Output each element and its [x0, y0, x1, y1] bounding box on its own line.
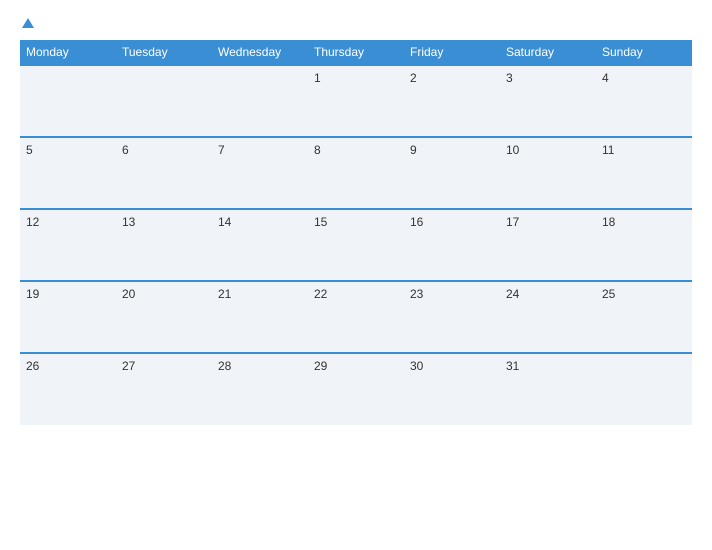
- calendar-cell: [20, 65, 116, 137]
- calendar-cell: 17: [500, 209, 596, 281]
- day-number: 24: [506, 287, 519, 301]
- calendar-cell: 6: [116, 137, 212, 209]
- weekday-header-row: MondayTuesdayWednesdayThursdayFridaySatu…: [20, 40, 692, 65]
- calendar-cell: 16: [404, 209, 500, 281]
- day-number: 17: [506, 215, 519, 229]
- calendar-cell: 8: [308, 137, 404, 209]
- calendar-cell: 30: [404, 353, 500, 425]
- calendar-cell: 24: [500, 281, 596, 353]
- weekday-header-friday: Friday: [404, 40, 500, 65]
- day-number: 26: [26, 359, 39, 373]
- calendar-cell: 29: [308, 353, 404, 425]
- calendar-cell: 3: [500, 65, 596, 137]
- day-number: 27: [122, 359, 135, 373]
- day-number: 9: [410, 143, 417, 157]
- day-number: 31: [506, 359, 519, 373]
- weekday-header-sunday: Sunday: [596, 40, 692, 65]
- calendar-table: MondayTuesdayWednesdayThursdayFridaySatu…: [20, 40, 692, 425]
- logo: [20, 18, 34, 30]
- day-number: 2: [410, 71, 417, 85]
- calendar-week-row: 12 13 14 15 16 17 18: [20, 209, 692, 281]
- calendar-cell: [212, 65, 308, 137]
- calendar-cell: 31: [500, 353, 596, 425]
- day-number: 16: [410, 215, 423, 229]
- day-number: 28: [218, 359, 231, 373]
- calendar-cell: 25: [596, 281, 692, 353]
- calendar-cell: 15: [308, 209, 404, 281]
- calendar-page: MondayTuesdayWednesdayThursdayFridaySatu…: [0, 0, 712, 550]
- day-number: 5: [26, 143, 33, 157]
- day-number: 30: [410, 359, 423, 373]
- calendar-cell: 9: [404, 137, 500, 209]
- calendar-cell: 4: [596, 65, 692, 137]
- calendar-cell: 2: [404, 65, 500, 137]
- day-number: 10: [506, 143, 519, 157]
- day-number: 11: [602, 143, 614, 157]
- calendar-cell: 19: [20, 281, 116, 353]
- logo-triangle-icon: [22, 18, 34, 28]
- calendar-cell: 7: [212, 137, 308, 209]
- calendar-cell: 12: [20, 209, 116, 281]
- day-number: 18: [602, 215, 615, 229]
- weekday-header-tuesday: Tuesday: [116, 40, 212, 65]
- calendar-cell: 14: [212, 209, 308, 281]
- weekday-header-saturday: Saturday: [500, 40, 596, 65]
- calendar-cell: 28: [212, 353, 308, 425]
- calendar-cell: 18: [596, 209, 692, 281]
- day-number: 14: [218, 215, 231, 229]
- calendar-cell: 11: [596, 137, 692, 209]
- day-number: 12: [26, 215, 39, 229]
- calendar-cell: 26: [20, 353, 116, 425]
- day-number: 23: [410, 287, 423, 301]
- calendar-cell: 23: [404, 281, 500, 353]
- day-number: 1: [314, 71, 321, 85]
- calendar-cell: 5: [20, 137, 116, 209]
- calendar-cell: 20: [116, 281, 212, 353]
- day-number: 3: [506, 71, 513, 85]
- calendar-week-row: 19 20 21 22 23 24 25: [20, 281, 692, 353]
- day-number: 25: [602, 287, 615, 301]
- weekday-header-monday: Monday: [20, 40, 116, 65]
- calendar-week-row: 26 27 28 29 30 31: [20, 353, 692, 425]
- day-number: 4: [602, 71, 609, 85]
- day-number: 19: [26, 287, 39, 301]
- calendar-cell: 13: [116, 209, 212, 281]
- day-number: 20: [122, 287, 135, 301]
- calendar-cell: 21: [212, 281, 308, 353]
- calendar-cell: [116, 65, 212, 137]
- day-number: 21: [218, 287, 231, 301]
- calendar-header: MondayTuesdayWednesdayThursdayFridaySatu…: [20, 40, 692, 65]
- day-number: 15: [314, 215, 327, 229]
- calendar-cell: 22: [308, 281, 404, 353]
- day-number: 29: [314, 359, 327, 373]
- calendar-cell: 1: [308, 65, 404, 137]
- calendar-cell: 10: [500, 137, 596, 209]
- day-number: 13: [122, 215, 135, 229]
- day-number: 6: [122, 143, 129, 157]
- weekday-header-wednesday: Wednesday: [212, 40, 308, 65]
- calendar-week-row: 5 6 7 8 9 10 11: [20, 137, 692, 209]
- day-number: 7: [218, 143, 225, 157]
- page-header: [20, 18, 692, 30]
- calendar-cell: 27: [116, 353, 212, 425]
- calendar-cell: [596, 353, 692, 425]
- day-number: 22: [314, 287, 327, 301]
- calendar-body: 1234567891011121314151617181920212223242…: [20, 65, 692, 425]
- weekday-header-thursday: Thursday: [308, 40, 404, 65]
- day-number: 8: [314, 143, 321, 157]
- calendar-week-row: 1 2 3 4: [20, 65, 692, 137]
